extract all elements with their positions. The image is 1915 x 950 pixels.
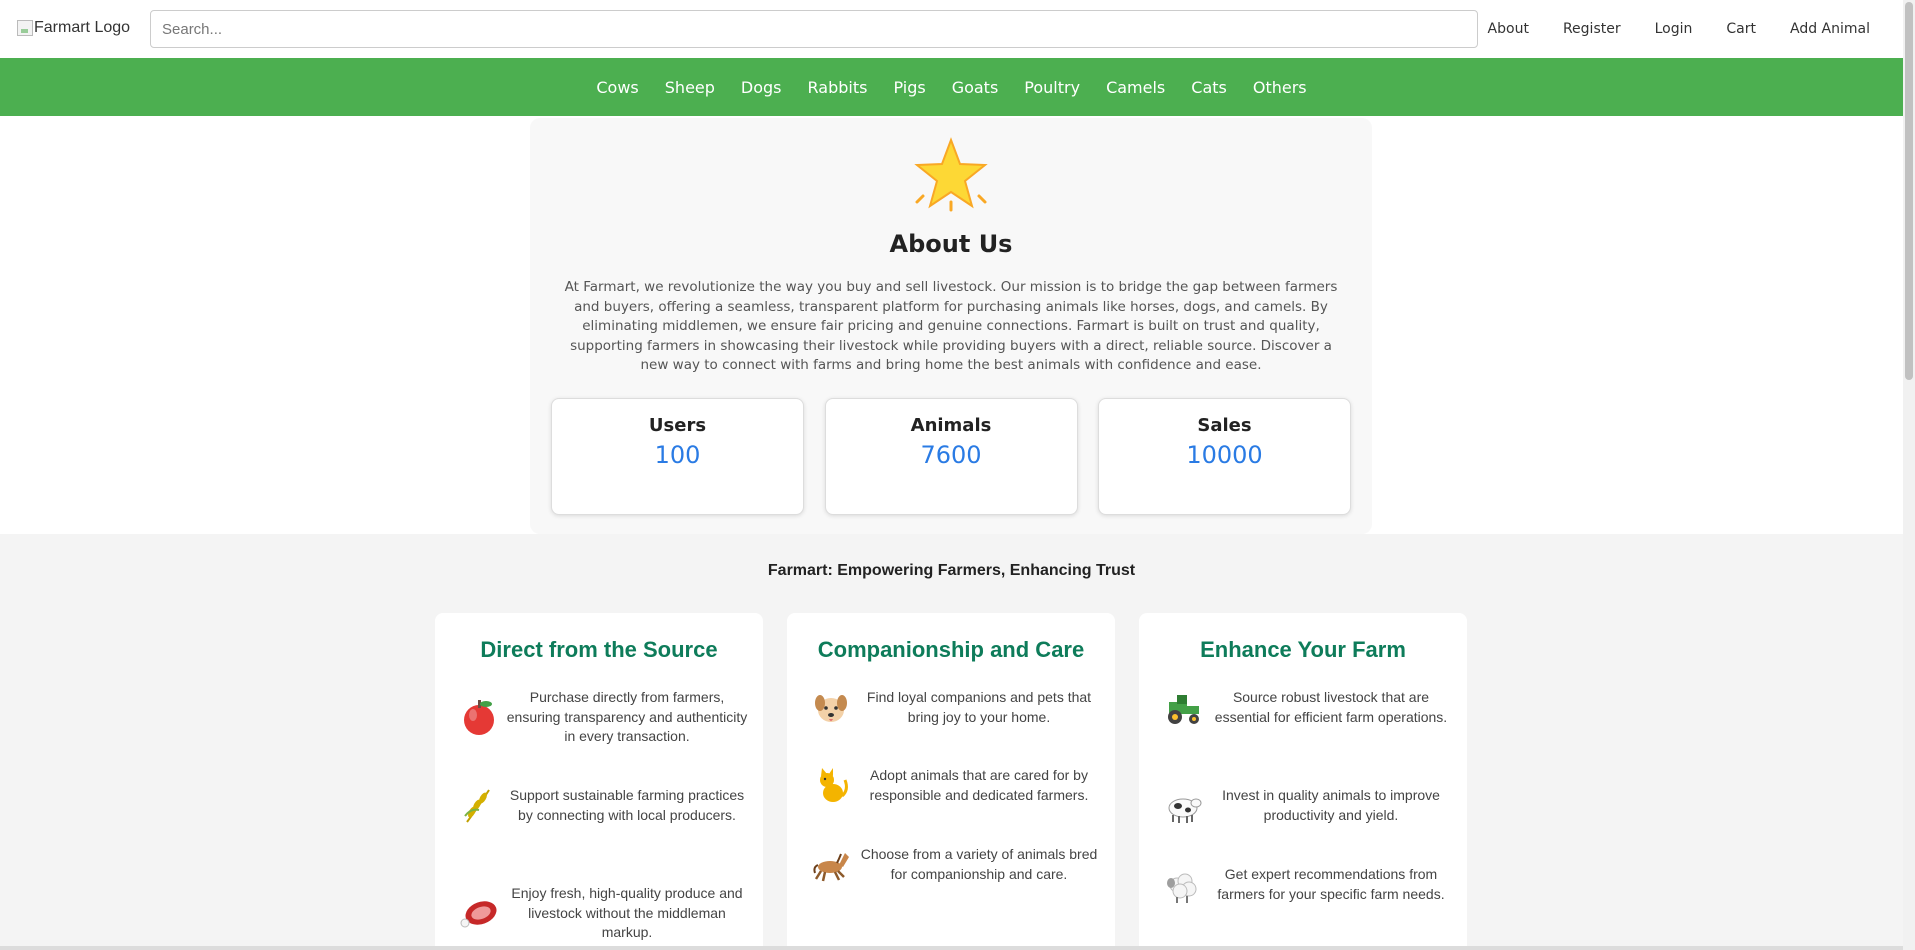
feature-item: Support sustainable farming practices by…: [459, 786, 749, 826]
category-others[interactable]: Others: [1253, 78, 1307, 97]
feature-item-text: Get expert recommendations from farmers …: [1217, 866, 1445, 902]
category-bar: Cows Sheep Dogs Rabbits Pigs Goats Poult…: [0, 58, 1903, 116]
sheep-icon: [1167, 873, 1197, 903]
category-poultry[interactable]: Poultry: [1024, 78, 1080, 97]
tagline: Farmart: Empowering Farmers, Enhancing T…: [767, 562, 1136, 579]
category-camels[interactable]: Camels: [1106, 78, 1165, 97]
feature-card-direct: Direct from the Source Purchase directly…: [435, 613, 763, 950]
feature-card-title: Direct from the Source: [480, 637, 718, 662]
feature-item: Enjoy fresh, high-quality produce and li…: [459, 884, 749, 943]
category-goats[interactable]: Goats: [952, 78, 999, 97]
top-nav-links: About Register Login Cart Add Animal: [1454, 0, 1870, 58]
horse-icon: [813, 853, 849, 882]
feature-item-text: Choose from a variety of animals bred fo…: [860, 846, 1098, 882]
category-sheep[interactable]: Sheep: [665, 78, 715, 97]
stat-card-animals: Animals 7600: [824, 398, 1078, 515]
broken-image-icon: [17, 20, 33, 36]
category-dogs[interactable]: Dogs: [741, 78, 782, 97]
star-icon: [914, 137, 988, 212]
stats-row: Users 100 Animals 7600 Sales 10000: [551, 398, 1351, 515]
scrollbar-thumb[interactable]: [1905, 2, 1913, 380]
stat-label: Users: [648, 415, 707, 436]
category-pigs[interactable]: Pigs: [893, 78, 925, 97]
feature-item: Source robust livestock that are essenti…: [1163, 688, 1453, 728]
feature-item: Purchase directly from farmers, ensuring…: [459, 688, 749, 747]
feature-item: Find loyal companions and pets that brin…: [811, 688, 1101, 728]
feature-item: Adopt animals that are cared for by resp…: [811, 766, 1101, 806]
stat-value: 7600: [920, 441, 982, 469]
feature-item: Choose from a variety of animals bred fo…: [811, 845, 1101, 885]
vertical-scrollbar[interactable]: [1903, 0, 1915, 950]
features-section: Farmart: Empowering Farmers, Enhancing T…: [0, 534, 1903, 950]
feature-card-companionship: Companionship and Care Find loyal compan…: [787, 613, 1115, 950]
stat-card-users: Users 100: [551, 398, 804, 515]
stat-value: 100: [654, 441, 701, 469]
feature-card-title: Enhance Your Farm: [1200, 637, 1406, 662]
stat-value: 10000: [1186, 441, 1263, 469]
search-input[interactable]: [150, 10, 1478, 48]
about-section: About Us At Farmart, we revolutionize th…: [530, 118, 1372, 534]
feature-item-text: Support sustainable farming practices by…: [509, 787, 745, 823]
meat-icon: [460, 901, 497, 928]
category-rabbits[interactable]: Rabbits: [808, 78, 868, 97]
wheat-icon: [464, 789, 490, 823]
logo-alt-text: Farmart Logo: [34, 19, 131, 36]
feature-item: Get expert recommendations from farmers …: [1163, 865, 1453, 905]
category-cows[interactable]: Cows: [596, 78, 638, 97]
category-cats[interactable]: Cats: [1191, 78, 1227, 97]
cat-icon: [820, 768, 848, 802]
top-navbar: Farmart Logo About Register Login Cart A…: [0, 0, 1903, 58]
tractor-icon: [1168, 695, 1199, 724]
cow-icon: [1168, 798, 1202, 823]
nav-link-login[interactable]: Login: [1655, 21, 1693, 37]
feature-item-text: Source robust livestock that are essenti…: [1214, 689, 1448, 725]
feature-card-enhance: Enhance Your Farm Source robust livestoc…: [1139, 613, 1467, 950]
apple-icon: [464, 700, 494, 736]
about-description: At Farmart, we revolutionize the way you…: [564, 279, 1338, 374]
stat-label: Animals: [910, 415, 992, 436]
feature-item: Invest in quality animals to improve pro…: [1163, 786, 1453, 826]
feature-item-text: Find loyal companions and pets that brin…: [866, 689, 1092, 725]
feature-card-title: Companionship and Care: [817, 637, 1085, 662]
dog-icon: [815, 695, 847, 722]
nav-link-register[interactable]: Register: [1563, 21, 1621, 37]
stat-card-sales: Sales 10000: [1098, 398, 1351, 515]
feature-cards: Direct from the Source Purchase directly…: [435, 613, 1491, 950]
stat-label: Sales: [1197, 415, 1252, 436]
nav-link-add-animal[interactable]: Add Animal: [1790, 21, 1870, 37]
feature-item-text: Enjoy fresh, high-quality produce and li…: [511, 885, 743, 941]
feature-item-text: Invest in quality animals to improve pro…: [1222, 787, 1440, 823]
nav-link-cart[interactable]: Cart: [1726, 21, 1756, 37]
horizontal-scrollbar[interactable]: [0, 946, 1903, 950]
site-logo[interactable]: Farmart Logo: [17, 19, 130, 37]
feature-item-text: Adopt animals that are cared for by resp…: [869, 767, 1089, 803]
about-title: About Us: [889, 230, 1013, 258]
nav-link-about[interactable]: About: [1488, 21, 1529, 37]
feature-item-text: Purchase directly from farmers, ensuring…: [506, 689, 748, 745]
